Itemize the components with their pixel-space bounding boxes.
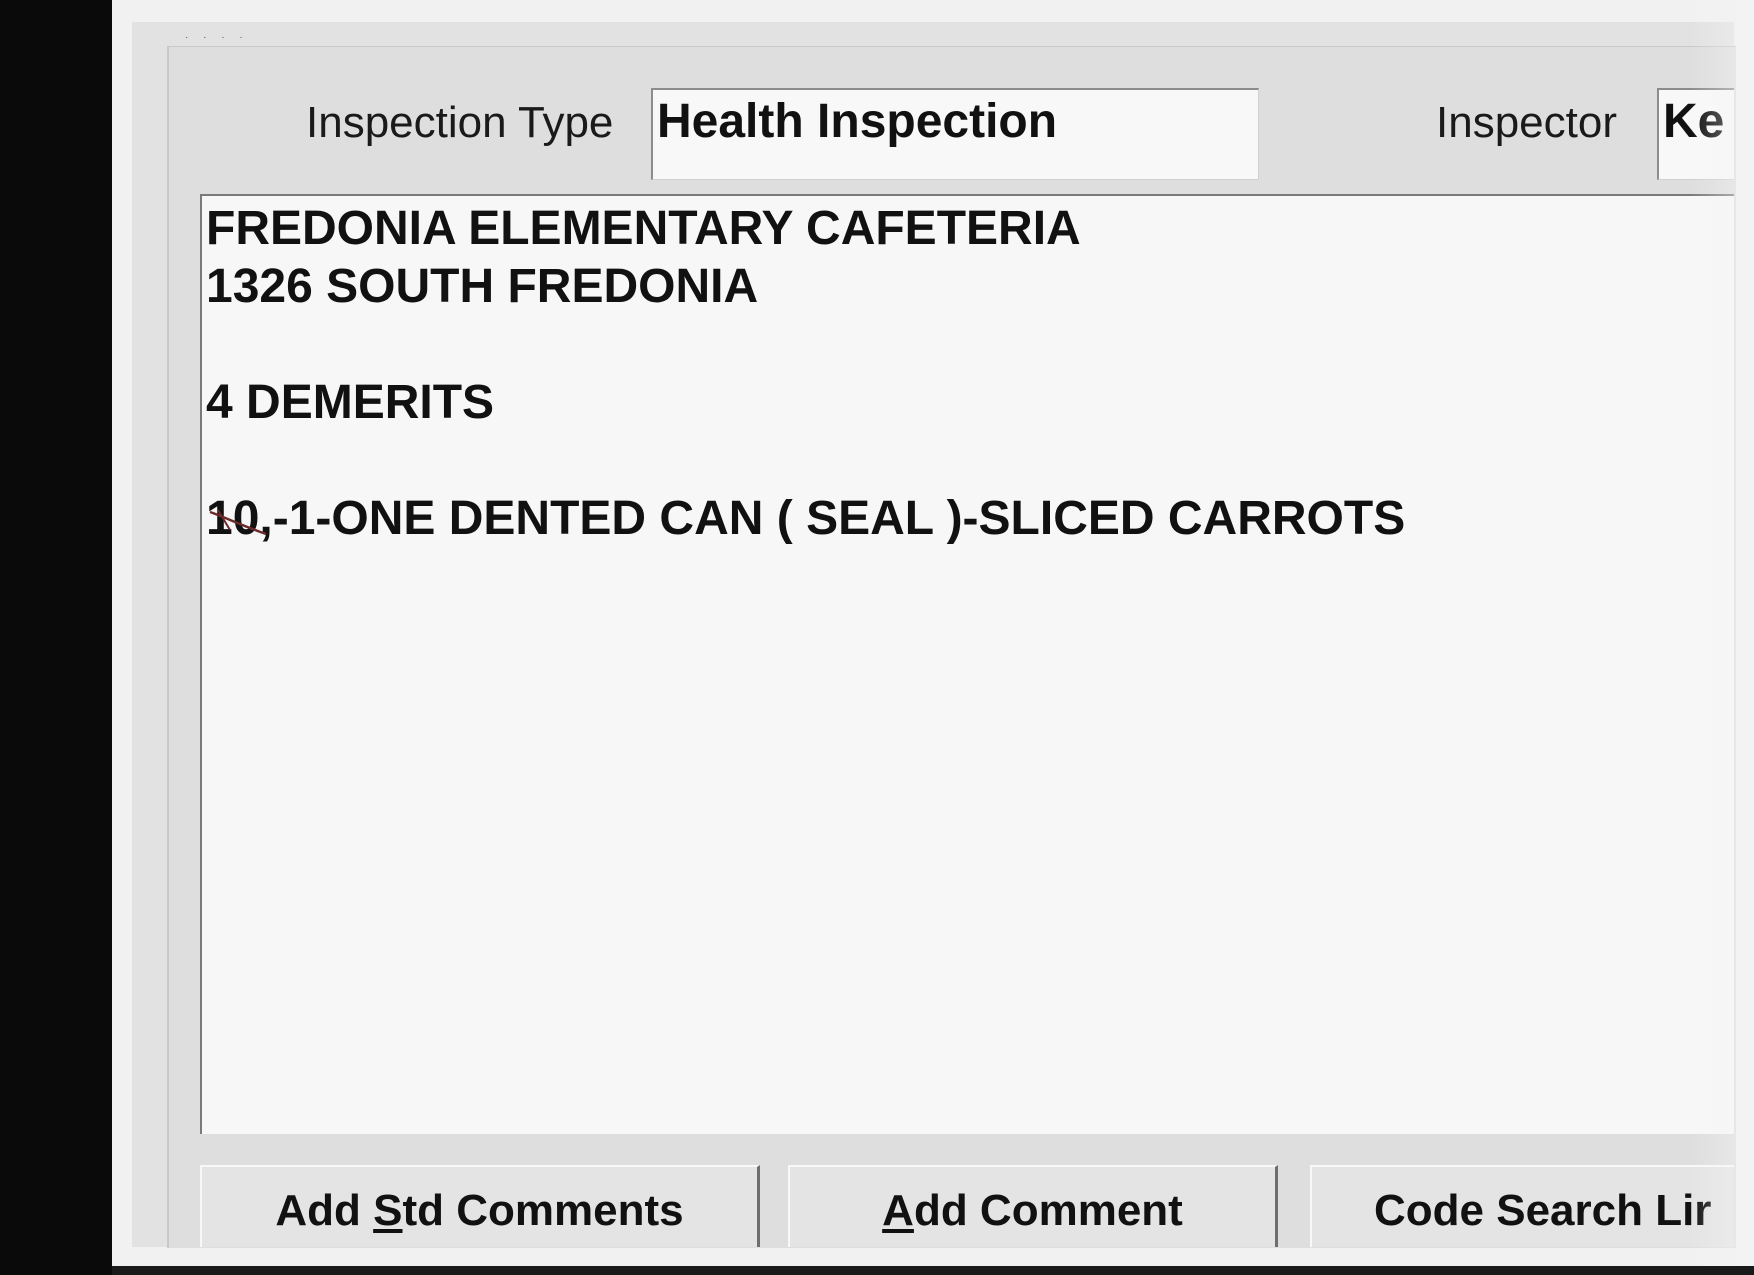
scan-edge	[112, 1266, 1754, 1275]
comment-line-violation: 10, -1-ONE DENTED CAN ( SEAL )-SLICED CAR…	[206, 490, 1734, 548]
violation-text: -1-ONE DENTED CAN ( SEAL )-SLICED CARROT…	[272, 492, 1406, 545]
inspection-type-label: Inspection Type	[306, 98, 614, 147]
code-search-label: Code Search Lir	[1374, 1186, 1712, 1235]
add-std-comments-label-end: td Comments	[402, 1186, 684, 1235]
comment-line-establishment: FREDONIA ELEMENTARY CAFETERIA	[206, 202, 1081, 255]
violation-number: 10,	[206, 490, 273, 548]
inspector-label: Inspector	[1436, 98, 1617, 147]
comment-line-demerits: 4 DEMERITS	[206, 376, 495, 429]
comment-line-blank-2	[206, 432, 1734, 490]
comment-line-blank	[206, 316, 1734, 374]
violation-number-text: 10,	[206, 492, 273, 545]
add-std-comments-label-start: Add	[275, 1186, 374, 1235]
scan-specks: · · · ·	[185, 32, 249, 43]
inspection-type-field[interactable]: Health Inspection	[651, 88, 1259, 180]
add-comment-button[interactable]: Add Comment	[788, 1165, 1278, 1247]
add-std-comments-button[interactable]: Add Std Comments	[200, 1165, 760, 1247]
comments-textarea[interactable]: FREDONIA ELEMENTARY CAFETERIA 1326 SOUTH…	[200, 194, 1734, 1134]
add-comment-accelerator: A	[882, 1186, 914, 1235]
code-search-button[interactable]: Code Search Lir	[1310, 1165, 1734, 1247]
add-std-comments-accelerator: S	[373, 1186, 403, 1235]
comment-line-address: 1326 SOUTH FREDONIA	[206, 260, 759, 313]
inspector-field[interactable]: Ke	[1657, 88, 1734, 180]
add-comment-label-end: dd Comment	[913, 1186, 1183, 1235]
